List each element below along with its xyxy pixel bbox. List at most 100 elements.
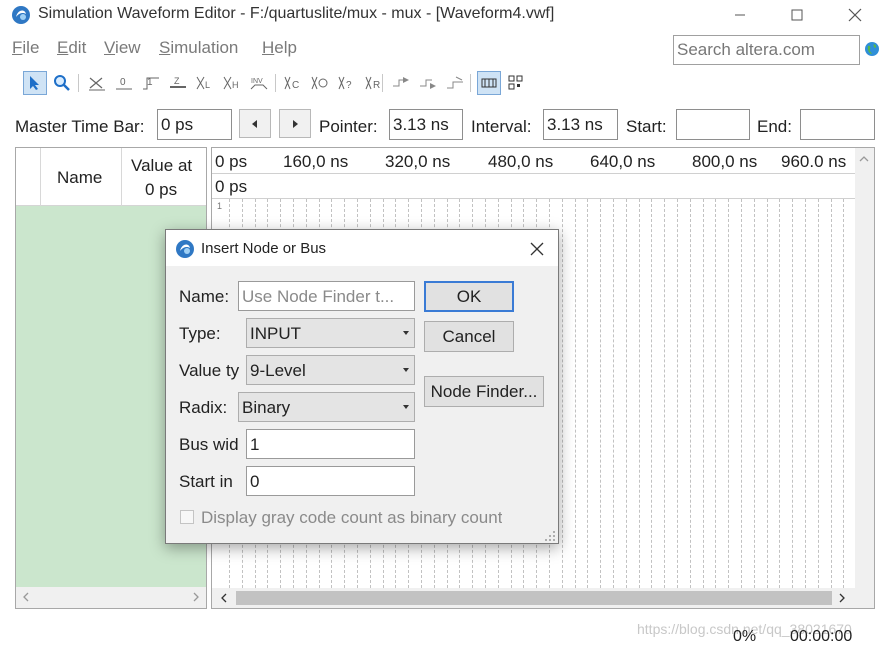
menu-edit[interactable]: Edit [57,38,86,58]
weak-low-button[interactable]: H [220,71,244,95]
grid-button[interactable] [504,71,528,95]
type-label: Type: [179,324,221,343]
grid-line [574,199,576,588]
grid-icon [508,75,523,90]
menu-view[interactable]: View [104,38,141,58]
ok-button[interactable]: OK [424,281,514,312]
master-time-bar-input[interactable]: 0 ps [157,109,232,140]
close-button[interactable] [832,0,878,30]
name-column-header[interactable]: Name [57,168,102,188]
start-label: Start: [626,117,667,136]
forcing-unknown-button[interactable] [85,71,109,95]
grid-line [664,199,666,588]
svg-text:H: H [232,80,239,90]
quartus-logo-icon [176,240,194,258]
selection-tool-button[interactable] [23,71,47,95]
grid-line [766,199,768,588]
arbitrary-value-button[interactable]: ? [335,71,359,95]
elapsed-time-text: 00:00:00 [790,628,853,645]
next-transition-button[interactable] [279,109,311,138]
overwrite-clock-button[interactable] [308,71,332,95]
forcing-high-button[interactable]: 1 [139,71,163,95]
grid-line [600,199,602,588]
node-horizontal-scrollbar[interactable] [16,587,206,608]
menu-help[interactable]: Help [262,38,297,58]
arbitrary-value-icon: ? [338,76,352,91]
scroll-right-icon [839,593,845,603]
node-name-input[interactable]: Use Node Finder t... [238,281,415,311]
search-input[interactable]: Search altera.com [673,35,860,65]
previous-transition-button[interactable] [239,109,271,138]
svg-text:R: R [373,80,380,91]
svg-text:L: L [205,80,210,90]
status-bar: https://blog.csdn.net/qq_38021670 0% 00:… [0,621,890,647]
forcing-unknown-icon [89,77,105,91]
grid-line [561,199,563,588]
time-tick: 640,0 ns [590,152,656,171]
overwrite-clock-icon [311,76,328,90]
chevron-down-icon [403,368,409,372]
title-bar: Simulation Waveform Editor - F:/quartusl… [0,0,890,30]
pointer-input[interactable]: 3.13 ns [389,109,463,140]
simulate-button[interactable] [389,71,413,95]
invert-button[interactable]: INV [247,71,271,95]
dialog-close-button[interactable] [525,238,549,260]
scroll-right-icon [193,592,199,602]
interval-label: Interval: [471,117,532,136]
value-type-select-value: 9-Level [250,361,306,380]
pointer-label: Pointer: [319,117,378,136]
globe-icon[interactable] [864,41,880,57]
timing-simulation-button[interactable] [443,71,467,95]
minimize-icon [735,14,745,16]
zoom-tool-button[interactable] [50,71,74,95]
start-index-input[interactable]: 0 [246,466,415,496]
radix-select[interactable]: Binary [238,392,415,422]
grid-line [702,199,704,588]
grid-line [779,199,781,588]
menu-simulation[interactable]: Simulation [159,38,238,58]
close-icon [848,8,862,22]
dialog-title: Insert Node or Bus [201,240,327,257]
grid-line [651,199,653,588]
insert-node-dialog: Insert Node or Bus Name: Use Node Finder… [165,229,559,544]
svg-text:1: 1 [147,77,153,88]
scroll-left-icon [221,593,227,603]
invert-icon: INV [250,78,268,90]
svg-text:Z: Z [174,76,180,86]
resize-grip-icon[interactable] [544,530,556,542]
type-select-value: INPUT [250,324,301,343]
maximize-button[interactable] [774,0,820,30]
svg-text:C: C [292,80,299,91]
horizontal-scroll-thumb[interactable] [236,591,832,605]
bus-width-input[interactable]: 1 [246,429,415,459]
arrow-left-icon [252,119,257,128]
menu-file[interactable]: File [12,38,39,58]
node-finder-button[interactable]: Node Finder... [424,376,544,407]
forcing-high-icon: 1 [143,77,159,90]
cancel-button[interactable]: Cancel [424,321,514,352]
snap-to-grid-button[interactable] [477,71,501,95]
gray-code-checkbox[interactable] [180,510,194,524]
high-impedance-button[interactable]: Z [166,71,190,95]
interval-input[interactable]: 3.13 ns [543,109,618,140]
cursor-row: 0 ps [212,174,874,199]
minimize-button[interactable] [717,0,763,30]
type-select[interactable]: INPUT [246,318,415,348]
weak-unknown-button[interactable]: L [193,71,217,95]
forcing-low-button[interactable]: 0 [112,71,136,95]
count-value-button[interactable]: C [281,71,305,95]
end-input[interactable] [800,109,875,140]
forcing-low-icon: 0 [116,77,132,90]
start-input[interactable] [676,109,750,140]
weak-unknown-icon: L [196,76,210,90]
gray-code-label: Display gray code count as binary count [201,508,503,527]
value-column-header[interactable]: Value at [131,156,192,176]
functional-simulation-button[interactable] [416,71,440,95]
horizontal-scrollbar[interactable] [212,588,874,608]
simulate-icon [393,77,409,87]
high-impedance-icon: Z [170,76,186,88]
grid-line [741,199,742,588]
value-type-select[interactable]: 9-Level [246,355,415,385]
vertical-scrollbar[interactable] [855,148,874,588]
bus-width-label: Bus wid [179,435,239,454]
